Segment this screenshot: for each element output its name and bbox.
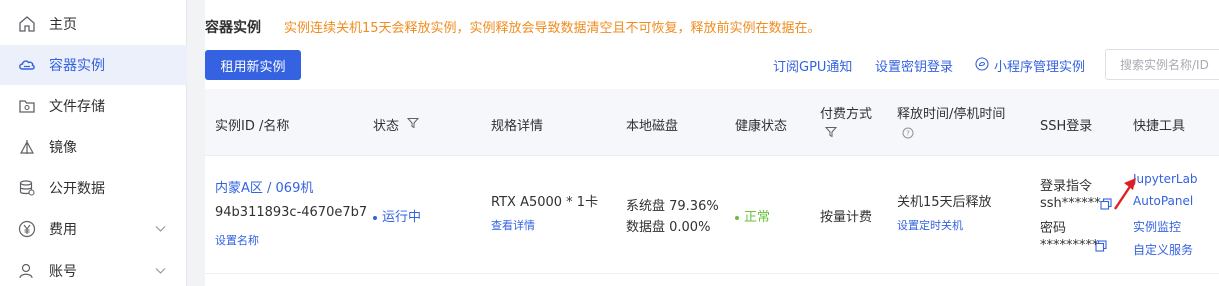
instance-id: 94b311893c-4670e7b7 (215, 205, 368, 220)
sidebar-item-label: 镜像 (49, 140, 77, 156)
column-header-ssh: SSH登录 (1040, 119, 1093, 134)
database-icon (19, 180, 35, 196)
sidebar-item-billing[interactable]: 费用 (0, 209, 187, 249)
column-header-health: 健康状态 (735, 119, 788, 134)
sidebar-item-label: 账号 (49, 264, 77, 280)
miniprogram-manage-link[interactable]: 小程序管理实例 (994, 56, 1085, 75)
custom-service-link[interactable]: 自定义服务 (1133, 241, 1193, 258)
sidebar: 主页 容器实例 文件存储 镜像 公开数据 费用 账号 (0, 0, 187, 286)
filter-icon[interactable] (825, 126, 837, 138)
autopanel-link[interactable]: AutoPanel (1133, 194, 1193, 208)
column-header-status: 状态 (373, 119, 400, 134)
health-dot (735, 215, 739, 220)
page-title: 容器实例 (205, 20, 261, 36)
cloud-icon (19, 60, 35, 70)
annotation-arrow (1114, 178, 1136, 210)
column-header-tools: 快捷工具 (1133, 119, 1186, 134)
column-header-release: 释放时间/停机时间 (897, 107, 1006, 122)
column-header-instance: 实例ID /名称 (215, 119, 290, 134)
chevron-down-icon (155, 226, 166, 232)
column-header-billing: 付费方式 (820, 107, 873, 122)
svg-text:?: ? (906, 130, 910, 138)
sidebar-item-container-instances[interactable]: 容器实例 (0, 45, 187, 85)
ssh-command: ssh****** (1040, 196, 1101, 211)
instance-monitor-link[interactable]: 实例监控 (1133, 218, 1181, 235)
release-warning-notice: 实例连续关机15天会释放实例，实例释放会导致数据清空且不可恢复，释放前实例在数据… (284, 21, 821, 36)
sidebar-item-label: 文件存储 (49, 99, 105, 115)
subscribe-gpu-link[interactable]: 订阅GPU通知 (773, 56, 852, 75)
image-icon (19, 140, 35, 154)
table-header: 实例ID /名称 状态 规格详情 本地磁盘 健康状态 付费方式 释放时间/停机时… (205, 89, 1219, 156)
sidebar-item-account[interactable]: 账号 (0, 251, 187, 286)
instance-region-link[interactable]: 内蒙A区 / 069机 (215, 177, 313, 196)
system-disk-usage: 系统盘 79.36% (626, 199, 719, 214)
sidebar-item-public-data[interactable]: 公开数据 (0, 168, 187, 208)
table-row: 内蒙A区 / 069机 94b311893c-4670e7b7 设置名称 运行中… (205, 156, 1219, 274)
miniprogram-icon (975, 57, 989, 71)
set-key-login-link[interactable]: 设置密钥登录 (875, 56, 953, 75)
gpu-spec: RTX A5000 * 1卡 (491, 195, 599, 210)
sidebar-item-label: 公开数据 (49, 181, 105, 197)
password: ********* (1040, 238, 1099, 253)
rent-new-instance-button[interactable]: 租用新实例 (205, 50, 301, 80)
user-icon (19, 263, 33, 279)
sidebar-item-label: 容器实例 (49, 58, 105, 74)
column-header-spec: 规格详情 (491, 119, 544, 134)
instance-search-input[interactable] (1105, 49, 1219, 80)
help-icon[interactable]: ? (902, 127, 914, 139)
ssh-command-label: 登录指令 (1040, 179, 1093, 194)
folder-icon (19, 100, 35, 113)
release-time: 关机15天后释放 (897, 195, 992, 210)
health-badge: 正常 (735, 206, 770, 225)
status-badge: 运行中 (373, 206, 421, 225)
schedule-shutdown-link[interactable]: 设置定时关机 (897, 217, 963, 233)
home-icon (19, 16, 35, 32)
data-disk-usage: 数据盘 0.00% (626, 220, 711, 235)
status-text: 运行中 (382, 210, 422, 225)
sidebar-item-file-storage[interactable]: 文件存储 (0, 86, 187, 126)
sidebar-item-images[interactable]: 镜像 (0, 127, 187, 167)
health-text: 正常 (744, 210, 771, 225)
chevron-down-icon (155, 268, 166, 274)
sidebar-item-label: 费用 (49, 222, 77, 238)
filter-icon[interactable] (407, 117, 419, 129)
billing-method: 按量计费 (820, 210, 873, 225)
sidebar-item-home[interactable]: 主页 (0, 4, 187, 44)
set-name-link[interactable]: 设置名称 (215, 232, 259, 248)
main-content: 容器实例 实例连续关机15天会释放实例，实例释放会导致数据清空且不可恢复，释放前… (187, 0, 1219, 286)
yen-icon (18, 220, 36, 238)
status-dot (373, 215, 377, 220)
sidebar-item-label: 主页 (49, 17, 77, 33)
column-header-disk: 本地磁盘 (626, 119, 679, 134)
jupyterlab-link[interactable]: JupyterLab (1133, 172, 1198, 186)
copy-icon[interactable] (1095, 240, 1107, 252)
password-label: 密码 (1040, 221, 1067, 236)
view-detail-link[interactable]: 查看详情 (491, 217, 535, 233)
